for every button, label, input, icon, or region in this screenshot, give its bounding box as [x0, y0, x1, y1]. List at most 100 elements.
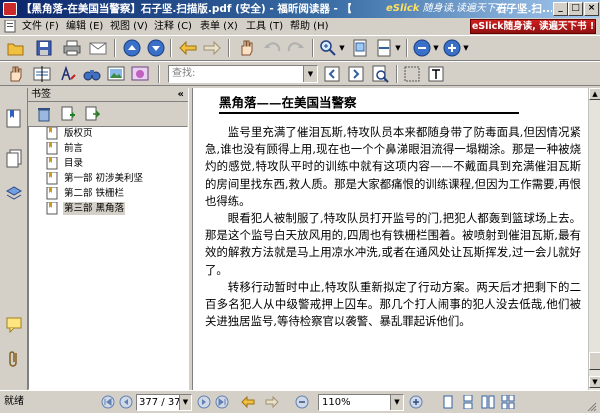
zoom-dropdown[interactable]: ▼ [390, 395, 403, 410]
scroll-down-arrow[interactable]: ▼ [589, 376, 600, 388]
resize-grip[interactable] [586, 401, 597, 412]
zoom-out-icon [413, 39, 431, 57]
bookmark-item[interactable]: 前言 [29, 142, 187, 155]
nav-back-button[interactable] [240, 394, 256, 410]
paragraph: 转移行动暂时中止,特攻队重新拟定了行动方案。两天后才把剩下的二百多名犯人从中级警… [205, 279, 581, 329]
print-button[interactable] [62, 38, 82, 58]
zoom-out-status-button[interactable] [294, 394, 310, 410]
facing-button[interactable] [480, 394, 496, 410]
document-menu-icon[interactable] [4, 20, 16, 33]
comments-tab[interactable] [3, 314, 25, 336]
search-next-button[interactable] [346, 64, 366, 84]
image-button[interactable] [130, 64, 150, 84]
email-button[interactable] [88, 38, 108, 58]
snapshot-button[interactable] [106, 64, 126, 84]
page-up-button[interactable] [122, 38, 142, 58]
forward-button[interactable] [202, 38, 222, 58]
continuous-facing-button[interactable] [500, 394, 516, 410]
zoom-tool-dropdown[interactable]: ▼ [338, 38, 346, 58]
open-button[interactable] [6, 38, 26, 58]
ad-banner[interactable]: eSlick随身读, 读遍天下书 ! [470, 19, 596, 34]
last-page-button[interactable] [214, 394, 230, 410]
hand-button[interactable] [6, 64, 26, 84]
vertical-scrollbar[interactable]: ▲ ▼ [588, 88, 600, 390]
binoculars-button[interactable] [82, 64, 102, 84]
pages-tab[interactable] [3, 148, 25, 170]
layers-tab[interactable] [3, 182, 25, 204]
page-number-input[interactable]: 377 / 377 ▼ [136, 394, 192, 411]
bookmark-item-selected[interactable]: 第三部 黑角落 [29, 202, 187, 215]
search-doc-button[interactable] [370, 64, 390, 84]
zoom-in-dropdown[interactable]: ▼ [462, 38, 470, 58]
search-prev-button[interactable] [322, 64, 342, 84]
expand-bookmark-button[interactable] [82, 104, 102, 124]
first-page-icon [101, 395, 115, 409]
undo-button[interactable] [262, 38, 282, 58]
close-button[interactable]: × [584, 2, 599, 16]
bookmarks-tree: 版权页 前言 目录 第一部 初涉美利坚 第二部 铁栅栏 第三部 黑角落 [28, 126, 188, 390]
search-doc-icon [372, 65, 389, 83]
hand-icon [10, 66, 22, 82]
scroll-up-arrow[interactable]: ▲ [589, 88, 600, 100]
select-area-button[interactable] [402, 64, 422, 84]
add-bookmark-button[interactable] [58, 104, 78, 124]
menu-help[interactable]: 帮助 (H) [290, 20, 329, 33]
minimize-button[interactable]: _ [553, 2, 568, 16]
maximize-button[interactable]: □ [568, 2, 583, 16]
single-page-button[interactable] [440, 394, 456, 410]
nav-forward-button[interactable] [264, 394, 280, 410]
attachments-tab[interactable] [3, 348, 25, 370]
zoom-out-dropdown[interactable]: ▼ [432, 38, 440, 58]
zoom-tool-button[interactable] [318, 38, 338, 58]
zoom-in-status-button[interactable] [408, 394, 424, 410]
bookmark-item[interactable]: 第一部 初涉美利坚 [29, 172, 187, 185]
menu-tools[interactable]: 工具 (T) [246, 20, 283, 33]
search-dropdown[interactable]: ▼ [303, 66, 317, 82]
fit-width-button[interactable] [374, 38, 394, 58]
title-bar: 【黑角落-在美国当警察】石子坚.扫描版.pdf (安全) - 福昕阅读器 - 【… [0, 0, 600, 18]
zoom-in-button[interactable] [442, 38, 462, 58]
status-bar: 就绪 377 / 377 ▼ 110% ▼ [0, 390, 600, 413]
bookmark-item[interactable]: 第二部 铁栅栏 [29, 187, 187, 200]
select-text-button[interactable] [32, 64, 52, 84]
menu-edit[interactable]: 编辑 (E) [66, 20, 103, 33]
print-icon [63, 40, 81, 56]
bookmarks-tab[interactable] [3, 108, 25, 130]
navigation-panel-tabs [0, 88, 28, 390]
page-down-button[interactable] [146, 38, 166, 58]
back-button[interactable] [178, 38, 198, 58]
menu-form[interactable]: 表单 (X) [200, 20, 238, 33]
first-page-button[interactable] [100, 394, 116, 410]
previous-page-button[interactable] [118, 394, 134, 410]
bookmark-page-icon [46, 157, 58, 170]
continuous-facing-icon [501, 395, 515, 409]
fit-page-button[interactable] [350, 38, 370, 58]
document-view[interactable]: 黑角落——在美国当警察 监号里充满了催泪瓦斯,特攻队员本来都随身带了防毒面具,但… [193, 88, 588, 390]
typewriter-button[interactable] [426, 64, 446, 84]
zoom-out-button[interactable] [412, 38, 432, 58]
single-page-icon [443, 395, 453, 409]
search-input[interactable]: 查找: ▼ [168, 65, 318, 83]
save-button[interactable] [34, 38, 54, 58]
bookmark-item[interactable]: 版权页 [29, 127, 187, 140]
hand-tool-button[interactable] [236, 38, 256, 58]
menu-file[interactable]: 文件 (F) [22, 20, 59, 33]
fit-dropdown[interactable]: ▼ [394, 38, 402, 58]
pdf-page[interactable]: 黑角落——在美国当警察 监号里充满了催泪瓦斯,特攻队员本来都随身带了防毒面具,但… [193, 88, 588, 390]
delete-bookmark-button[interactable] [34, 104, 54, 124]
annotation-button[interactable] [58, 64, 78, 84]
next-page-button[interactable] [196, 394, 212, 410]
page-number-dropdown[interactable]: ▼ [179, 395, 191, 410]
foxit-app-icon[interactable] [3, 2, 17, 16]
continuous-button[interactable] [460, 394, 476, 410]
menu-comment[interactable]: 注释 (C) [154, 20, 192, 33]
zoom-in-small-icon [409, 395, 423, 409]
menu-view[interactable]: 视图 (V) [110, 20, 148, 33]
collapse-panel-button[interactable]: « [178, 88, 184, 101]
bookmark-page-icon [46, 142, 58, 155]
redo-button[interactable] [286, 38, 306, 58]
zoom-input[interactable]: 110% ▼ [318, 394, 404, 411]
hand-tool-icon [241, 40, 253, 56]
scroll-thumb[interactable] [589, 352, 600, 370]
bookmark-item[interactable]: 目录 [29, 157, 187, 170]
